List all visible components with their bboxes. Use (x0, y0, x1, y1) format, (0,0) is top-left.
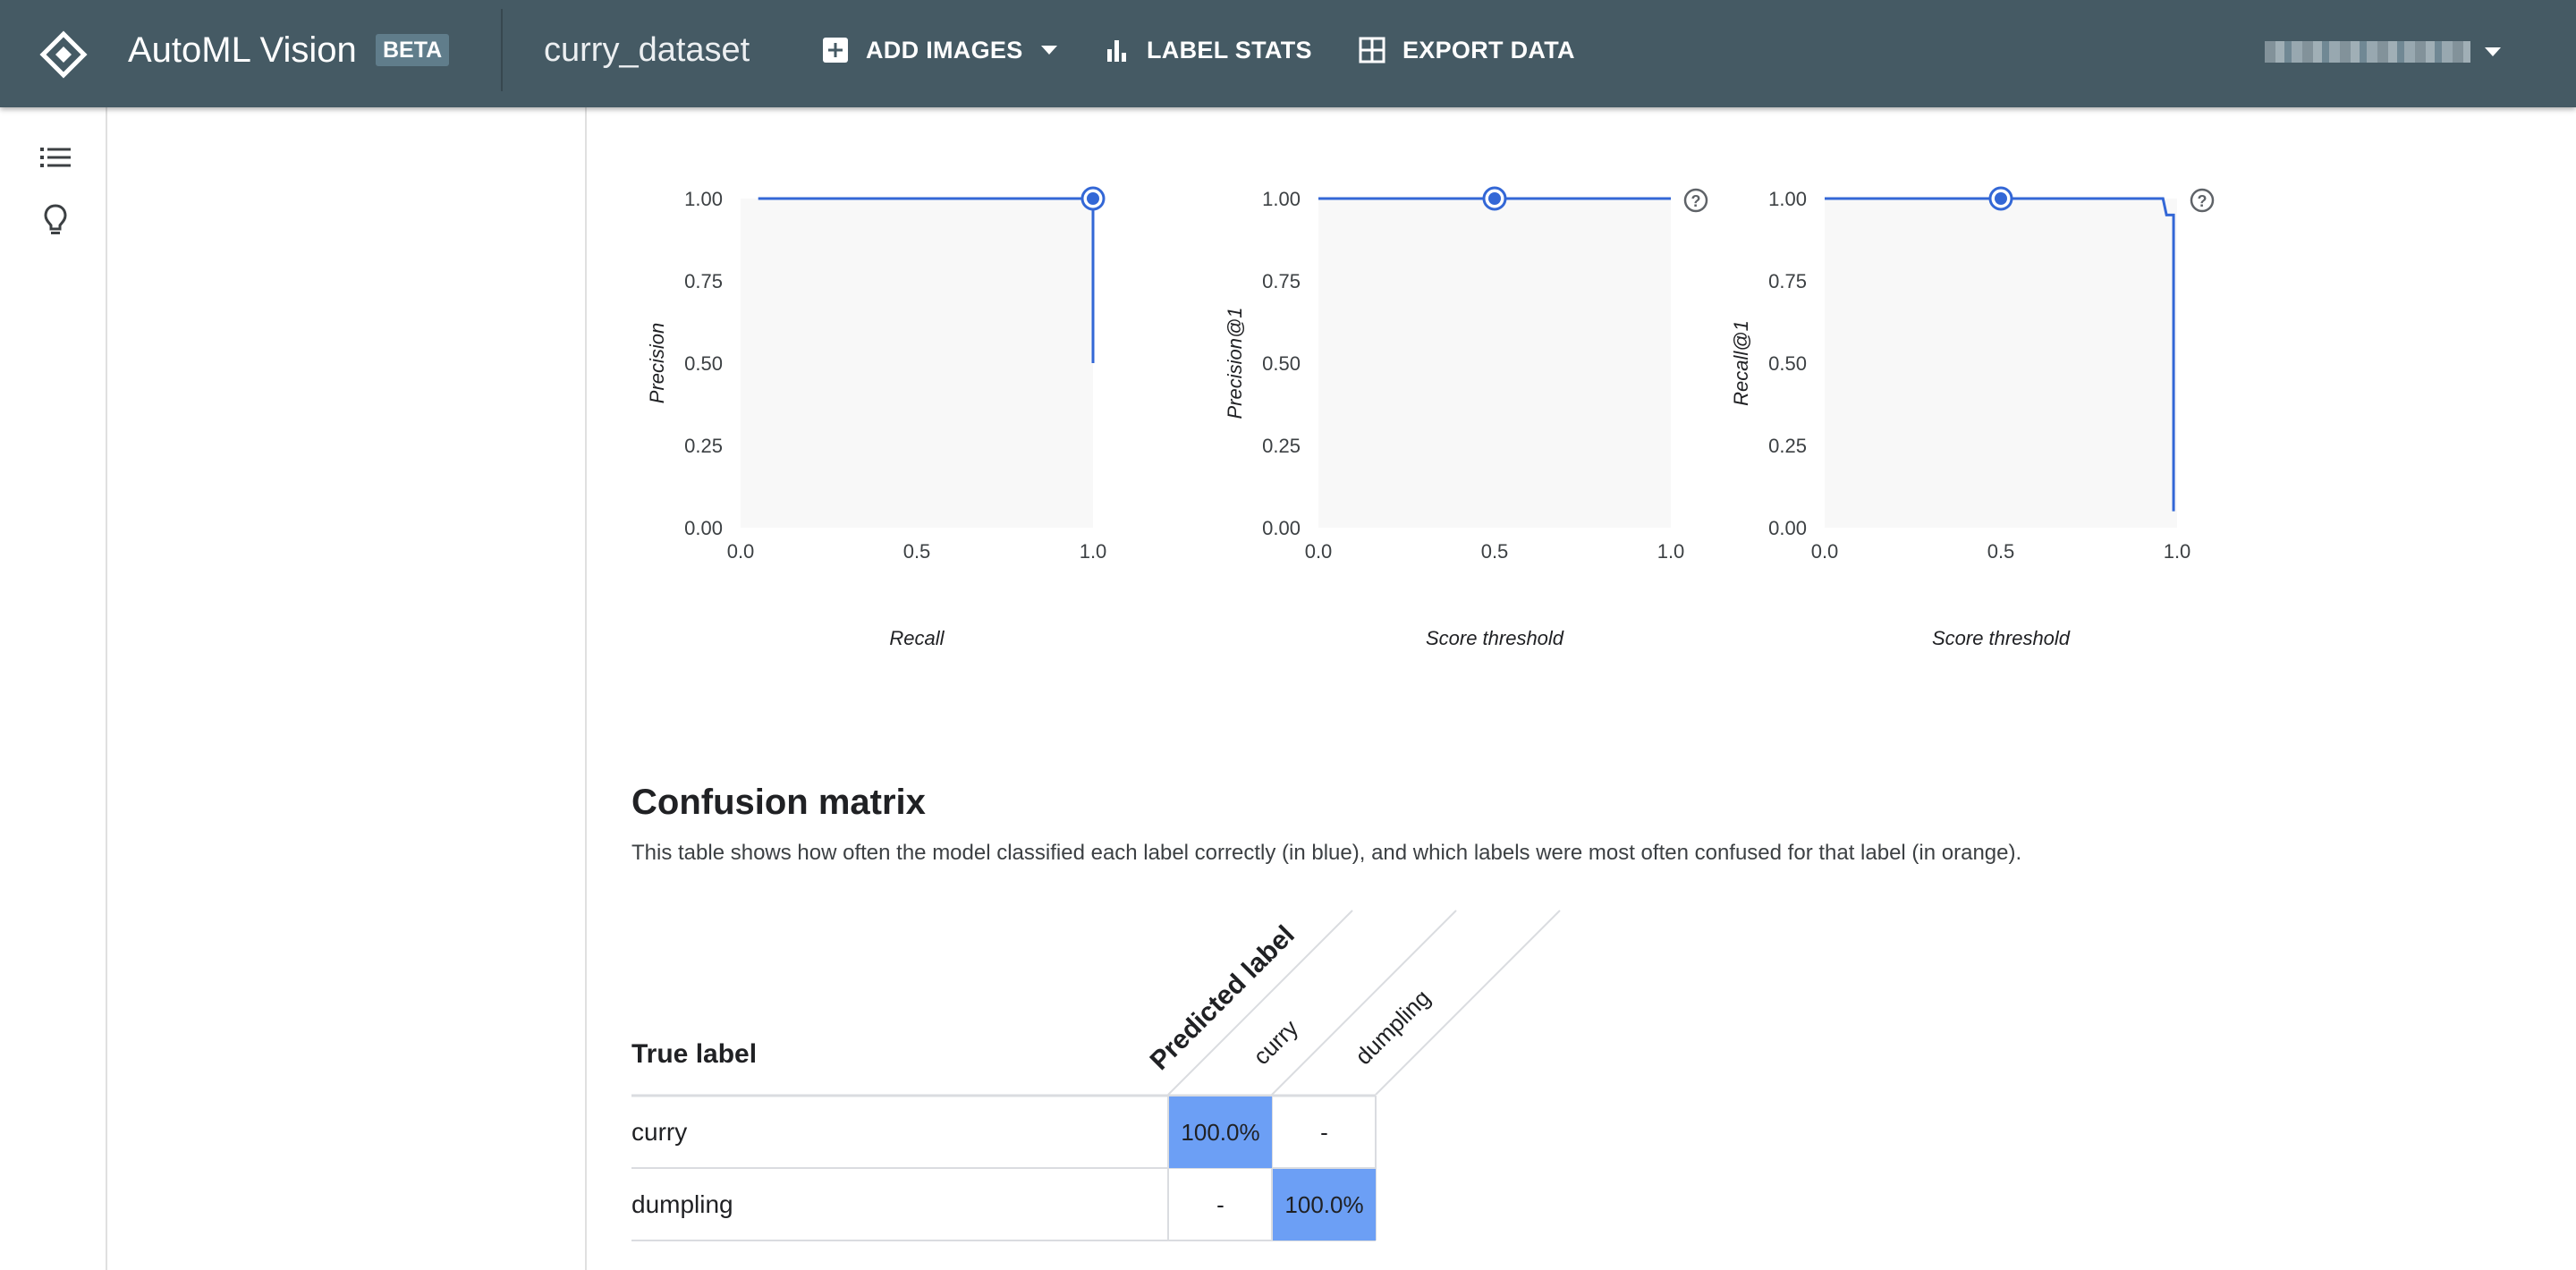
sidebar-panel (107, 107, 587, 1270)
add-box-icon (823, 38, 848, 63)
true-label-header: True label (631, 1039, 758, 1069)
confusion-matrix-grid: Predicted label curry dumpling (631, 910, 1561, 1241)
dataset-name: curry_dataset (544, 31, 750, 69)
column-header-curry: curry (1248, 1014, 1303, 1070)
chevron-down-icon (2485, 47, 2501, 56)
left-rail (0, 107, 107, 1270)
confusion-cell-curry-curry[interactable]: 100.0% (1169, 1096, 1272, 1168)
chevron-down-icon (1040, 46, 1057, 55)
label-stats-button[interactable]: LABEL STATS (1104, 27, 1312, 73)
add-images-button[interactable]: ADD IMAGES (821, 27, 1059, 73)
bar-chart-icon (1107, 40, 1126, 62)
grid-icon (1359, 37, 1385, 64)
confusion-cell-curry-dumpling[interactable]: - (1273, 1096, 1376, 1168)
account-name-redacted (2265, 41, 2470, 63)
header-divider (501, 9, 503, 91)
lightbulb-icon[interactable] (36, 200, 75, 240)
label-stats-label: LABEL STATS (1147, 36, 1312, 64)
account-switcher[interactable] (2265, 36, 2503, 68)
app-name[interactable]: AutoML Vision (128, 29, 357, 72)
beta-badge: BETA (376, 34, 450, 66)
export-data-label: EXPORT DATA (1402, 36, 1575, 64)
confusion-cell-dumpling-curry[interactable]: - (1169, 1169, 1272, 1240)
column-header-dumpling: dumpling (1350, 984, 1436, 1070)
add-images-label: ADD IMAGES (866, 36, 1023, 64)
confusion-cell-dumpling-dumpling[interactable]: 100.0% (1273, 1169, 1376, 1240)
automl-logo-icon[interactable] (39, 30, 88, 79)
row-label-dumpling: dumpling (631, 1190, 733, 1218)
list-icon[interactable] (36, 138, 75, 177)
row-label-curry: curry (631, 1118, 688, 1146)
app-header: AutoML Vision BETA curry_dataset ADD IMA… (0, 0, 2576, 107)
export-data-button[interactable]: EXPORT DATA (1358, 27, 1575, 73)
evaluation-content: 0.00 0.25 0.50 0.75 1.00 0.0 0.5 1.0 Precision Re… (587, 107, 2576, 1270)
